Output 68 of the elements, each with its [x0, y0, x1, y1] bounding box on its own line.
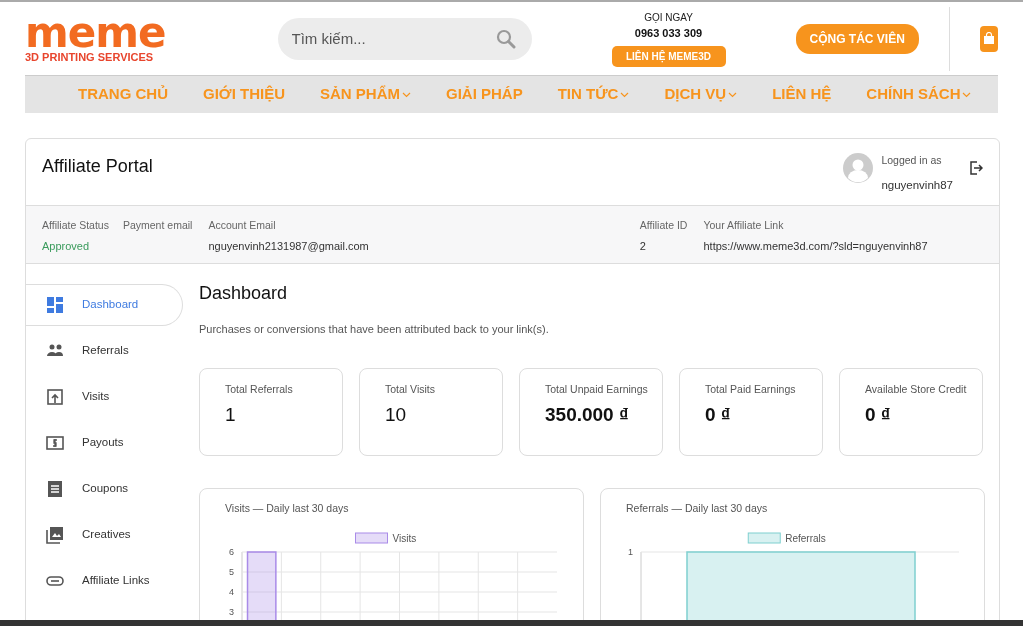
field-label: Account Email: [208, 218, 277, 233]
avatar: [843, 153, 874, 183]
y-tick-label: 5: [228, 567, 234, 578]
field-label: Your Affiliate Link: [703, 218, 785, 233]
chart-legend: Referrals: [747, 532, 826, 545]
stat-value: 10: [385, 402, 408, 427]
sidebar-item[interactable]: Payouts: [26, 422, 183, 464]
logout-icon[interactable]: [969, 161, 983, 175]
y-tick-label: 3: [228, 607, 234, 618]
legend-label: Visits: [392, 533, 417, 545]
stat-label: Total Referrals: [225, 381, 294, 397]
search-field[interactable]: Tìm kiếm...: [277, 17, 532, 60]
page-description: Purchases or conversions that have been attributed back to your link(s).: [199, 322, 550, 337]
bag-icon: [982, 32, 995, 45]
logo-wordmark: meme: [25, 14, 166, 51]
stat-value: 1: [225, 402, 237, 427]
chart-bar: [246, 551, 277, 620]
stat-value: 350.000 ₫: [545, 402, 630, 427]
axis-label: 1: [628, 547, 633, 558]
sidebar-item[interactable]: Visits: [26, 376, 183, 418]
username: nguyenvinh87: [881, 177, 953, 193]
contact-button[interactable]: LIÊN HỆ MEME3D: [611, 45, 726, 67]
stat-value: 0 ₫: [865, 402, 892, 427]
status-value: Approved: [42, 238, 91, 254]
sidebar-item[interactable]: Affiliate Links: [26, 560, 183, 602]
upload-icon: [46, 388, 64, 406]
phone-number: 0963 033 309: [634, 26, 703, 42]
nav-link[interactable]: GIỚI THIỆU: [203, 83, 285, 106]
field-label: Affiliate Status: [42, 218, 109, 233]
sidebar-item[interactable]: Referrals: [26, 330, 183, 372]
partner-button[interactable]: CỘNG TÁC VIÊN: [795, 23, 919, 54]
image-icon: [46, 526, 64, 544]
stat-label: Total Paid Earnings: [705, 381, 797, 397]
field-value: nguyenvinh2131987@gmail.com: [208, 238, 369, 254]
logo-tagline: 3D PRINTING SERVICES: [25, 50, 155, 63]
stat-label: Total Visits: [385, 381, 436, 397]
stat-label: Total Unpaid Earnings: [545, 381, 649, 397]
y-tick-label: 6: [228, 547, 234, 558]
logged-in-label: Logged in as: [881, 153, 943, 168]
portal-title: Affiliate Portal: [42, 155, 153, 178]
list-icon: [46, 480, 64, 498]
field-label: Affiliate ID: [639, 218, 688, 233]
y-axis: 3 4 5 6: [229, 547, 243, 620]
search-icon[interactable]: [495, 28, 516, 49]
nav-link[interactable]: TRANG CHỦ: [78, 83, 168, 106]
field-value: https://www.meme3d.com/?sld=nguyenvinh87: [703, 238, 928, 254]
page-title: Dashboard: [199, 282, 289, 305]
nav-link[interactable]: GIẢI PHÁP: [446, 83, 523, 106]
field-label: Payment email: [122, 218, 193, 233]
sidebar-item[interactable]: Coupons: [26, 468, 183, 510]
dashboard-icon: [46, 296, 64, 314]
nav-link[interactable]: TIN TỨC: [557, 83, 630, 106]
chart-title: Referrals — Daily last 30 days: [625, 500, 769, 516]
stat-label: Available Store Credit: [865, 381, 968, 397]
nav-link[interactable]: SẢN PHẨM: [319, 83, 411, 106]
nav-link[interactable]: LIÊN HỆ: [772, 83, 832, 106]
chart-legend: Visits: [355, 532, 417, 545]
nav-link[interactable]: DỊCH VỤ: [664, 83, 738, 106]
call-label: GỌI NGAY: [644, 11, 693, 26]
field-value: 2: [639, 238, 647, 254]
cart-button[interactable]: [979, 25, 998, 52]
stat-value: 0 ₫: [705, 402, 732, 427]
nav-link[interactable]: CHÍNH SÁCH: [866, 83, 972, 106]
sidebar-item[interactable]: Creatives: [26, 514, 183, 556]
y-tick-label: 4: [228, 587, 234, 598]
chart-title: Visits — Daily last 30 days: [224, 500, 350, 516]
dollar-icon: [46, 434, 64, 452]
scrollbar[interactable]: [0, 620, 1023, 626]
